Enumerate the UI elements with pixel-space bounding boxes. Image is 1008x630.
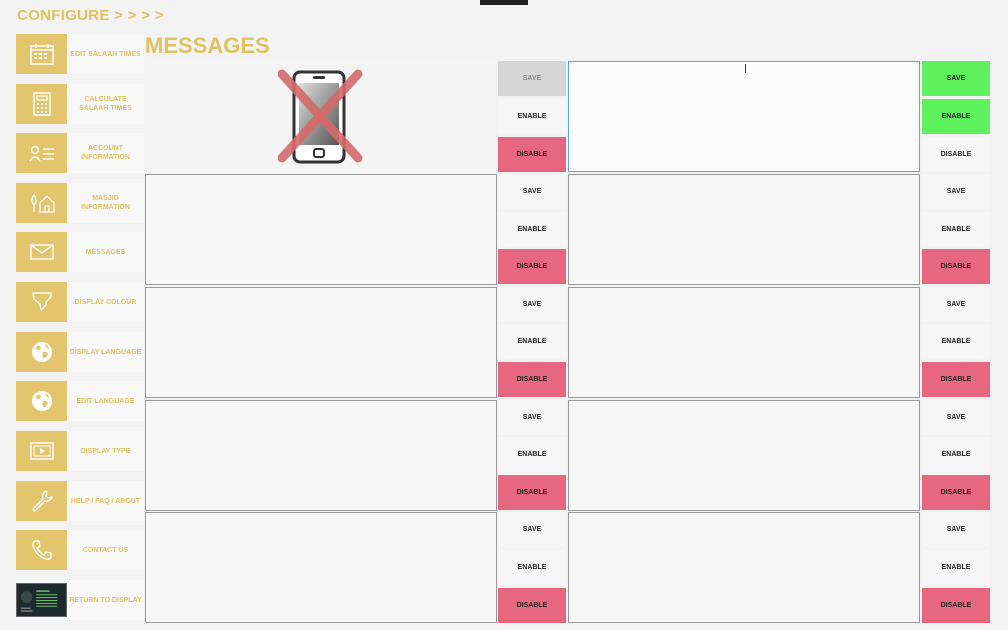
save-button[interactable]: SAVE: [498, 512, 566, 547]
sidebar-item-label: EDIT LANGUAGE: [67, 381, 144, 421]
disable-button[interactable]: DISABLE: [498, 362, 566, 397]
account-card-icon: [16, 133, 67, 173]
disable-button[interactable]: DISABLE: [922, 249, 990, 284]
message-text-area[interactable]: [145, 287, 497, 398]
sidebar-item-label: EDIT SALAAH TIMES: [67, 34, 144, 74]
disable-button[interactable]: DISABLE: [498, 588, 566, 623]
save-button[interactable]: SAVE: [498, 400, 566, 435]
sidebar-item-return-to-display[interactable]: RETURN TO DISPLAY: [16, 579, 144, 621]
disable-button[interactable]: DISABLE: [498, 137, 566, 172]
sidebar-item-edit-salaah-times[interactable]: EDIT SALAAH TIMES: [16, 33, 144, 75]
message-text-area[interactable]: [145, 174, 497, 285]
sidebar-item-label: DISPLAY TYPE: [67, 431, 144, 471]
enable-button[interactable]: ENABLE: [498, 99, 566, 134]
disable-button[interactable]: DISABLE: [922, 137, 990, 172]
save-button[interactable]: SAVE: [498, 61, 566, 96]
sidebar-item-label: CONTACT US: [67, 530, 144, 570]
message-text-area[interactable]: [145, 400, 497, 511]
sidebar-item-edit-language[interactable]: EDIT LANGUAGE: [16, 380, 144, 422]
enable-button[interactable]: ENABLE: [498, 212, 566, 247]
disable-button[interactable]: DISABLE: [922, 588, 990, 623]
sidebar-item-display-colour[interactable]: DISPLAY COLOUR: [16, 281, 144, 323]
page-title: MESSAGES: [145, 33, 270, 58]
message-text-area[interactable]: [568, 287, 920, 398]
enable-button[interactable]: ENABLE: [922, 99, 990, 134]
wrench-icon: [16, 481, 67, 521]
sidebar-item-label: RETURN TO DISPLAY: [67, 580, 144, 620]
enable-button[interactable]: ENABLE: [922, 550, 990, 585]
sidebar-item-display-language[interactable]: DISPLAY LANGUAGE: [16, 331, 144, 373]
enable-button[interactable]: ENABLE: [498, 437, 566, 472]
highlighter-icon: [16, 282, 67, 322]
sidebar-item-help-faq-about[interactable]: HELP / FAQ / ABOUT: [16, 480, 144, 522]
phone-icon: [16, 530, 67, 570]
save-button[interactable]: SAVE: [922, 61, 990, 96]
disable-button[interactable]: DISABLE: [922, 362, 990, 397]
enable-button[interactable]: ENABLE: [922, 212, 990, 247]
text-cursor: [745, 64, 746, 73]
calculator-icon: [16, 84, 67, 124]
house-tree-icon: [16, 183, 67, 223]
save-button[interactable]: SAVE: [922, 512, 990, 547]
display-play-icon: [16, 431, 67, 471]
save-button[interactable]: SAVE: [922, 174, 990, 209]
app-title: CONFIGURE > > > >: [17, 7, 164, 24]
message-text-area[interactable]: [568, 174, 920, 285]
sidebar-item-label: MASJID INFORMATION: [67, 183, 144, 223]
sidebar-item-label: DISPLAY COLOUR: [67, 282, 144, 322]
sidebar-item-label: CALCULATE SALAAH TIMES: [67, 84, 144, 124]
message-text-area[interactable]: [568, 400, 920, 511]
enable-button[interactable]: ENABLE: [498, 550, 566, 585]
sidebar-item-label: ACCOUNT INFORMATION: [67, 133, 144, 173]
sidebar-item-masjid-information[interactable]: MASJID INFORMATION: [16, 182, 144, 224]
sidebar-item-label: HELP / FAQ / ABOUT: [67, 481, 144, 521]
sidebar-item-messages[interactable]: MESSAGES: [16, 231, 144, 273]
save-button[interactable]: SAVE: [498, 287, 566, 322]
sidebar-item-account-information[interactable]: ACCOUNT INFORMATION: [16, 132, 144, 174]
sidebar-item-label: MESSAGES: [67, 232, 144, 272]
globe-icon: [16, 332, 67, 372]
enable-button[interactable]: ENABLE: [498, 324, 566, 359]
no-phone-image: [145, 61, 496, 171]
sidebar-item-label: DISPLAY LANGUAGE: [67, 332, 144, 372]
no-mobile-phone-icon: [278, 69, 363, 164]
save-button[interactable]: SAVE: [922, 287, 990, 322]
sidebar-item-contact-us[interactable]: CONTACT US: [16, 529, 144, 571]
window-top-bar: [480, 0, 528, 5]
disable-button[interactable]: DISABLE: [498, 249, 566, 284]
disable-button[interactable]: DISABLE: [922, 475, 990, 510]
save-button[interactable]: SAVE: [922, 400, 990, 435]
enable-button[interactable]: ENABLE: [922, 324, 990, 359]
message-text-area[interactable]: [568, 512, 920, 623]
sidebar-item-display-type[interactable]: DISPLAY TYPE: [16, 430, 144, 472]
calendar-icon: [16, 34, 67, 74]
globe-icon: [16, 381, 67, 421]
sidebar-item-calculate-salaah-times[interactable]: CALCULATE SALAAH TIMES: [16, 83, 144, 125]
display-thumbnail-icon: [16, 580, 67, 620]
save-button[interactable]: SAVE: [498, 174, 566, 209]
envelope-icon: [16, 232, 67, 272]
message-text-area[interactable]: [145, 512, 497, 623]
enable-button[interactable]: ENABLE: [922, 437, 990, 472]
disable-button[interactable]: DISABLE: [498, 475, 566, 510]
message-text-area-active[interactable]: [568, 61, 920, 172]
